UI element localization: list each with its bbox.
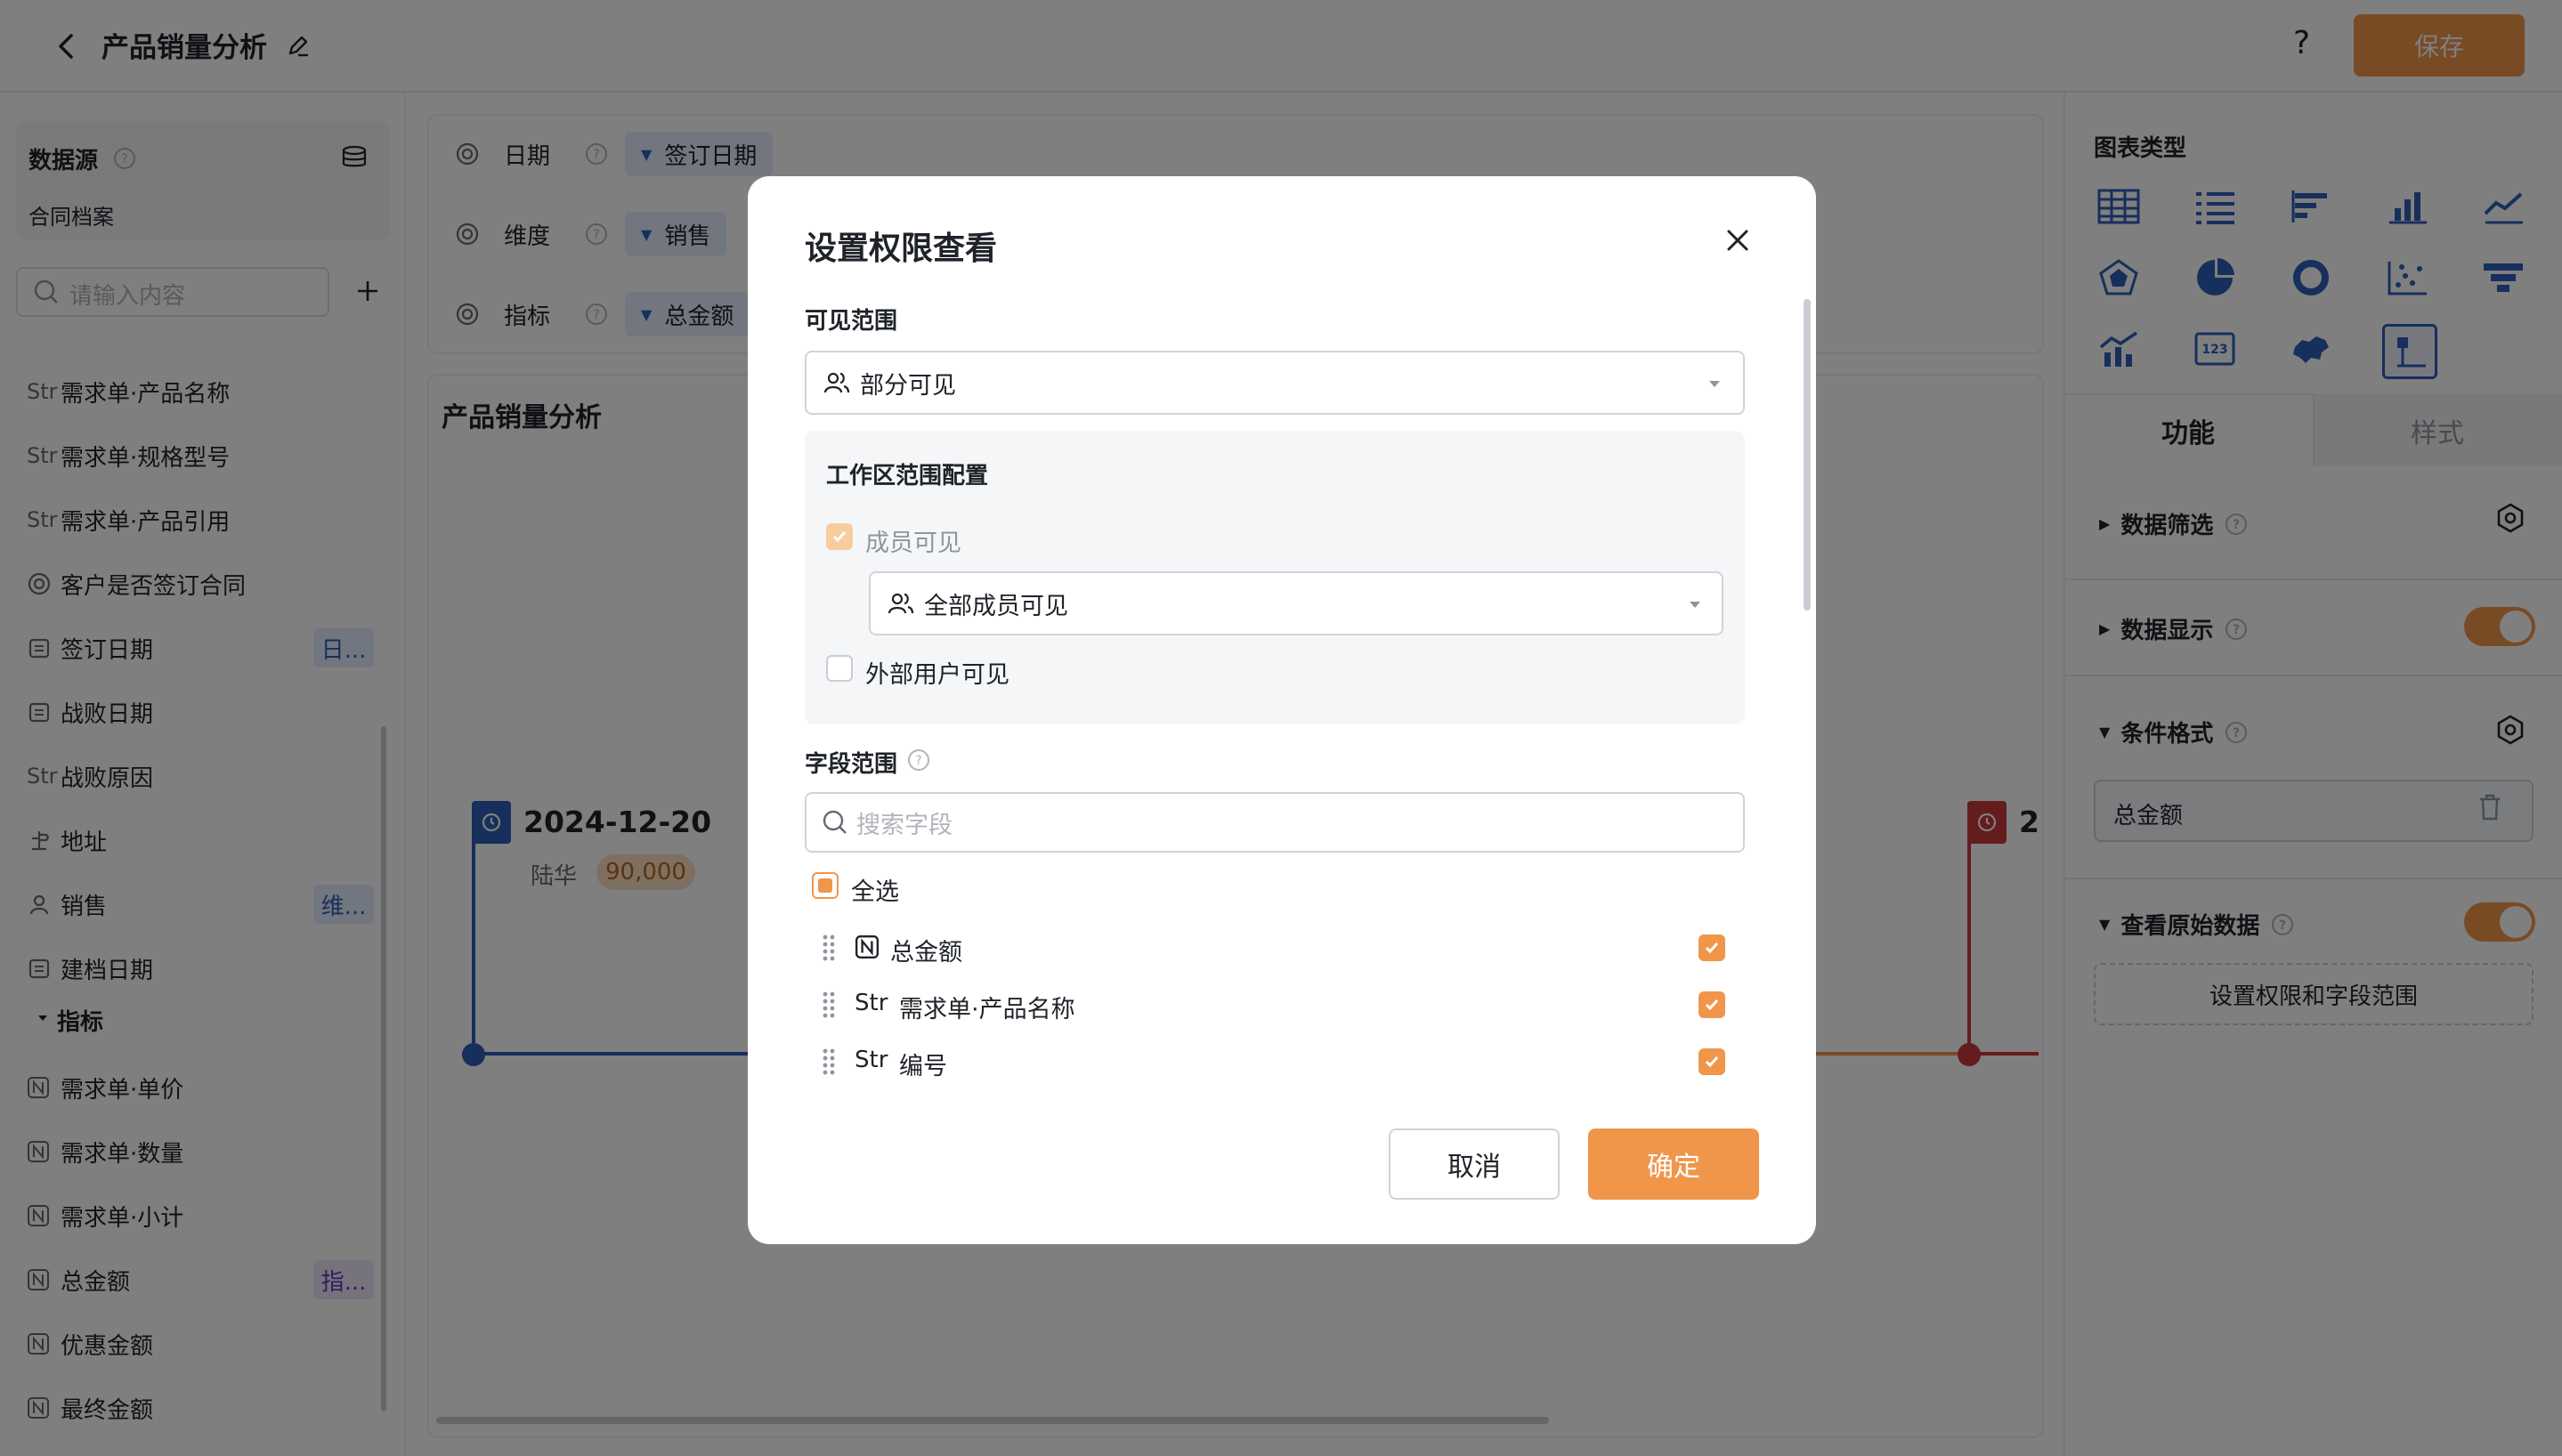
external-visible-checkbox[interactable] bbox=[826, 655, 853, 682]
search-icon bbox=[823, 810, 847, 834]
drag-handle-icon[interactable] bbox=[821, 1047, 837, 1075]
field-type-prefix: Str bbox=[855, 990, 888, 1016]
number-icon bbox=[855, 934, 880, 959]
help-icon: ? bbox=[906, 748, 931, 772]
users-icon bbox=[823, 372, 850, 393]
field-search-placeholder: 搜索字段 bbox=[856, 811, 953, 839]
field-scope-label: 字段范围 bbox=[805, 751, 898, 778]
svg-text:?: ? bbox=[915, 754, 921, 768]
select-all-label: 全选 bbox=[851, 878, 899, 906]
external-visible-label: 外部用户可见 bbox=[865, 661, 1009, 689]
visible-scope-label: 可见范围 bbox=[805, 308, 898, 335]
modal-title: 设置权限查看 bbox=[805, 231, 998, 267]
modal-field-label: 需求单·产品名称 bbox=[899, 996, 1075, 1023]
member-visible-checkbox[interactable] bbox=[826, 523, 853, 550]
modal-field-label: 编号 bbox=[899, 1053, 947, 1080]
close-icon[interactable] bbox=[1722, 224, 1754, 256]
field-search-input[interactable]: 搜索字段 bbox=[805, 792, 1745, 853]
workspace-label: 工作区范围配置 bbox=[826, 463, 989, 489]
field-type-prefix: Str bbox=[855, 1047, 888, 1073]
visible-scope-value: 部分可见 bbox=[860, 371, 956, 400]
select-all-checkbox[interactable] bbox=[812, 872, 839, 899]
modal-scrollbar[interactable] bbox=[1804, 299, 1811, 611]
field-checkbox[interactable] bbox=[1699, 934, 1725, 961]
member-scope-value: 全部成员可见 bbox=[924, 592, 1068, 620]
drag-handle-icon[interactable] bbox=[821, 933, 837, 961]
chevron-down-icon bbox=[1688, 598, 1702, 611]
modal-field-label: 总金额 bbox=[890, 939, 962, 967]
field-checkbox[interactable] bbox=[1699, 1048, 1725, 1075]
users-icon bbox=[888, 593, 914, 614]
cancel-button[interactable]: 取消 bbox=[1389, 1128, 1560, 1200]
member-visible-label: 成员可见 bbox=[865, 530, 961, 557]
visible-scope-select[interactable]: 部分可见 bbox=[805, 351, 1745, 415]
drag-handle-icon[interactable] bbox=[821, 990, 837, 1018]
confirm-button[interactable]: 确定 bbox=[1588, 1128, 1759, 1200]
chevron-down-icon bbox=[1707, 377, 1722, 390]
field-checkbox[interactable] bbox=[1699, 991, 1725, 1018]
member-scope-select[interactable]: 全部成员可见 bbox=[869, 571, 1723, 635]
